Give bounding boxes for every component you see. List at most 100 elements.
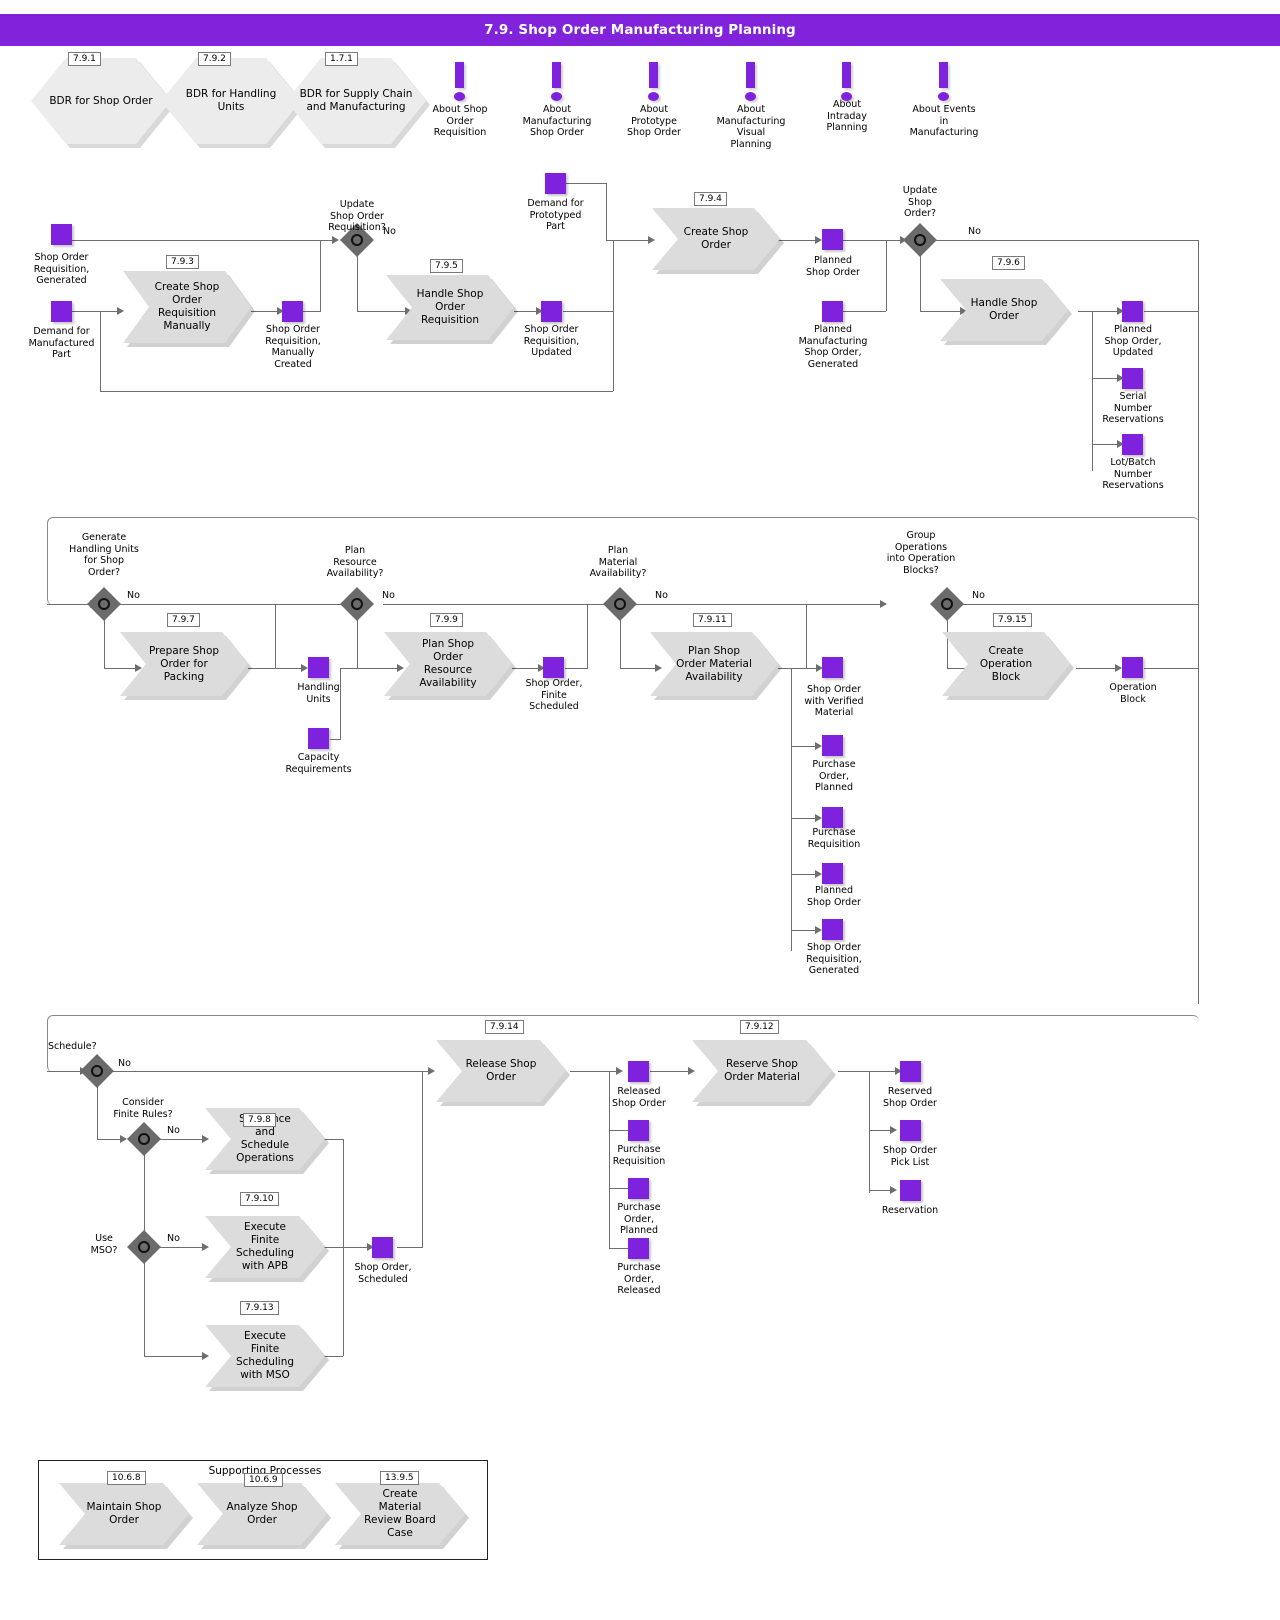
gateway-no-label: No bbox=[118, 1058, 131, 1069]
data-object[interactable] bbox=[1122, 368, 1143, 389]
event-label: About Intraday Planning bbox=[826, 99, 868, 133]
data-object-label: Purchase Order, Planned bbox=[617, 1202, 661, 1236]
event-about-manufacturing-visual-planning[interactable] bbox=[737, 62, 765, 102]
arrow-head bbox=[880, 600, 887, 608]
event-about-events-in-manufacturing[interactable] bbox=[930, 62, 958, 102]
gateway-update-shop-order[interactable] bbox=[903, 223, 940, 260]
gateway-no-label: No bbox=[127, 590, 140, 601]
gateway-ring-icon bbox=[138, 1133, 150, 1145]
process-shape[interactable]: Create Shop Order Requisition Manually bbox=[123, 271, 251, 343]
gateway-label: Plan Resource Availability? bbox=[326, 545, 384, 579]
connector bbox=[1198, 517, 1199, 605]
data-object[interactable] bbox=[900, 1120, 921, 1141]
connector bbox=[72, 240, 337, 241]
data-object-label: Purchase Requisition bbox=[612, 1144, 666, 1167]
connector bbox=[72, 311, 122, 312]
gateway-label: Use MSO? bbox=[90, 1233, 118, 1256]
arrow-head bbox=[616, 1067, 623, 1075]
gateway-no-label: No bbox=[167, 1233, 180, 1244]
data-object[interactable] bbox=[308, 728, 329, 749]
connector bbox=[357, 616, 358, 668]
connector bbox=[620, 668, 660, 669]
connector bbox=[104, 616, 105, 668]
data-object[interactable] bbox=[822, 919, 843, 940]
gateway-consider-finite-rules[interactable] bbox=[127, 1122, 164, 1159]
arrow-head bbox=[890, 1186, 897, 1194]
data-object[interactable] bbox=[308, 657, 329, 678]
connector bbox=[1144, 311, 1198, 312]
data-object[interactable] bbox=[822, 807, 843, 828]
data-object[interactable] bbox=[822, 863, 843, 884]
data-object[interactable] bbox=[1122, 434, 1143, 455]
process-shape[interactable]: Plan Shop Order Material Availability bbox=[650, 632, 778, 696]
diagram-title-bar: 7.9. Shop Order Manufacturing Planning bbox=[0, 14, 1280, 46]
id-badge: 7.9.11 bbox=[693, 613, 732, 627]
connector bbox=[340, 668, 402, 669]
gateway-ring-icon bbox=[941, 598, 953, 610]
process-label: Handle Shop Order Requisition bbox=[416, 288, 484, 326]
arrow-head bbox=[301, 664, 308, 672]
gateway-generate-handling-units[interactable] bbox=[87, 587, 124, 624]
event-about-intraday-planning[interactable] bbox=[833, 62, 861, 102]
process-shape[interactable]: Create Shop Order bbox=[652, 208, 780, 270]
connector bbox=[1198, 604, 1199, 1004]
data-object-label: Lot/Batch Number Reservations bbox=[1102, 457, 1164, 491]
data-object[interactable] bbox=[282, 301, 303, 322]
data-object[interactable] bbox=[545, 173, 566, 194]
data-object[interactable] bbox=[541, 301, 562, 322]
connector bbox=[155, 1139, 207, 1140]
gateway-label: Group Operations into Operation Blocks? bbox=[886, 530, 956, 576]
id-badge: 1.7.1 bbox=[325, 52, 358, 66]
event-about-shop-order-requisition[interactable] bbox=[446, 62, 474, 102]
data-object[interactable] bbox=[822, 657, 843, 678]
gateway-group-operations-into-blocks[interactable] bbox=[930, 587, 967, 624]
connector bbox=[144, 1259, 145, 1356]
data-object[interactable] bbox=[543, 657, 564, 678]
data-object-label: Shop Order with Verified Material bbox=[804, 684, 864, 718]
process-label: Maintain Shop Order bbox=[86, 1501, 162, 1526]
bdr-label: BDR for Supply Chain and Manufacturing bbox=[299, 88, 413, 113]
data-object[interactable] bbox=[822, 229, 843, 250]
event-about-manufacturing-shop-order[interactable] bbox=[543, 62, 571, 102]
connector bbox=[397, 1247, 423, 1248]
connector bbox=[115, 604, 370, 605]
data-object[interactable] bbox=[628, 1120, 649, 1141]
data-object-label: Reserved Shop Order bbox=[883, 1086, 937, 1109]
data-object[interactable] bbox=[1122, 657, 1143, 678]
gateway-schedule[interactable] bbox=[80, 1054, 117, 1091]
process-shape[interactable]: Create Operation Block bbox=[942, 632, 1070, 696]
gateway-use-mso[interactable] bbox=[127, 1230, 164, 1267]
gateway-ring-icon bbox=[914, 234, 926, 246]
data-object[interactable] bbox=[628, 1061, 649, 1082]
connector bbox=[383, 604, 619, 605]
data-object[interactable] bbox=[628, 1178, 649, 1199]
data-object[interactable] bbox=[822, 735, 843, 756]
data-object-label: Capacity Requirements bbox=[285, 752, 352, 775]
gateway-label: Generate Handling Units for Shop Order? bbox=[69, 532, 139, 578]
gateway-ring-icon bbox=[91, 1065, 103, 1077]
data-object[interactable] bbox=[628, 1238, 649, 1259]
connector bbox=[320, 240, 321, 311]
data-object[interactable] bbox=[822, 301, 843, 322]
connector bbox=[357, 252, 358, 311]
process-label: Release Shop Order bbox=[465, 1058, 537, 1083]
data-object[interactable] bbox=[900, 1180, 921, 1201]
gateway-plan-resource-availability[interactable] bbox=[340, 587, 377, 624]
data-object[interactable] bbox=[900, 1061, 921, 1082]
event-about-prototype-shop-order[interactable] bbox=[640, 62, 668, 102]
id-badge: 7.9.2 bbox=[198, 52, 231, 66]
arrow-head bbox=[428, 1067, 435, 1075]
data-object[interactable] bbox=[1122, 301, 1143, 322]
data-object[interactable] bbox=[51, 224, 72, 245]
data-object[interactable] bbox=[372, 1237, 393, 1258]
exclamation-icon bbox=[649, 62, 658, 88]
data-object-label: Purchase Requisition bbox=[807, 827, 861, 850]
data-object[interactable] bbox=[51, 301, 72, 322]
event-label: About Events in Manufacturing bbox=[909, 104, 979, 138]
process-label: Execute Finite Scheduling with MSO bbox=[235, 1330, 295, 1381]
flow-route-row2-row3 bbox=[47, 1015, 1199, 1072]
id-badge: 7.9.13 bbox=[240, 1301, 279, 1315]
gateway-plan-material-availability[interactable] bbox=[603, 587, 640, 624]
connector bbox=[155, 1247, 207, 1248]
exclamation-dot-icon bbox=[648, 92, 659, 101]
